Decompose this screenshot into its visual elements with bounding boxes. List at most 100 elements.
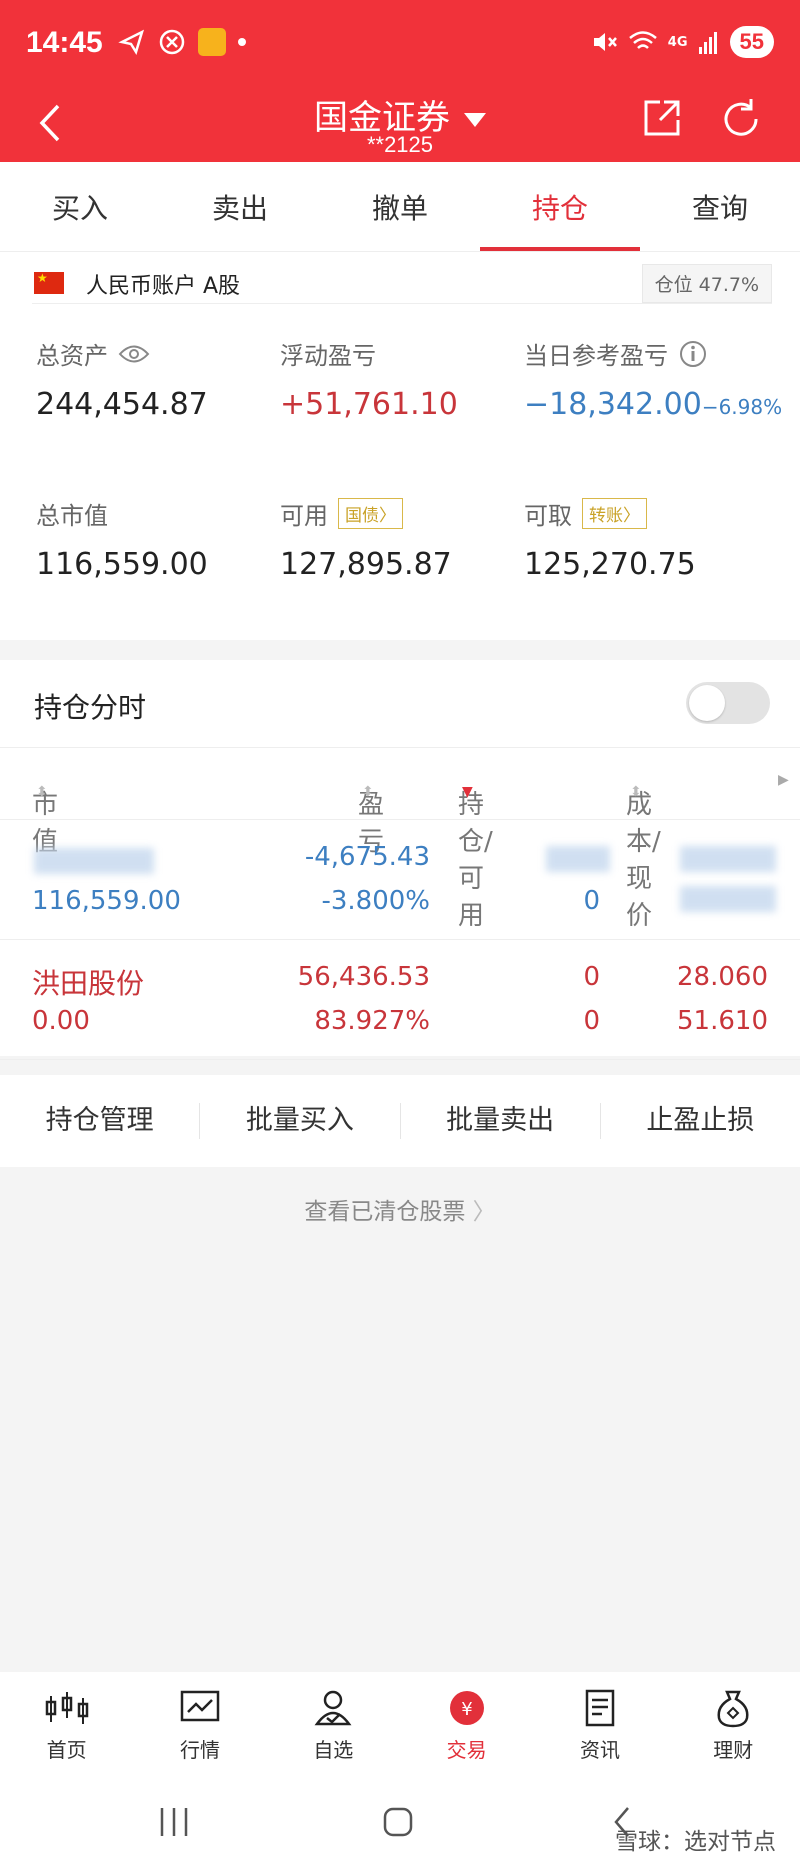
obscured-stock-name (34, 848, 154, 874)
row-stock-name: 洪田股份 (32, 967, 145, 1000)
nav-home[interactable]: 首页 (0, 1672, 133, 1782)
watermark: 雪球：选对节点 (615, 1829, 776, 1855)
bottom-nav: 首页 行情 自选 ¥ 交易 资讯 理财 (0, 1672, 800, 1782)
tab-sell[interactable]: 卖出 (160, 162, 320, 251)
app-badge-icon (198, 28, 226, 56)
holdings-timeline-row: 持仓分时 (0, 660, 800, 748)
document-icon (585, 1689, 615, 1727)
nav-trade[interactable]: ¥ 交易 (400, 1672, 533, 1782)
info-icon[interactable] (678, 339, 708, 369)
account-summary: 人民币账户 A股 仓位 47.7% 总资产 244,454.87 浮动盈亏 +5… (0, 252, 800, 640)
obscured-hold (546, 846, 610, 872)
treasury-bond-button[interactable]: 国债〉 (338, 498, 403, 529)
obscured-cost (680, 846, 776, 872)
tab-query[interactable]: 查询 (640, 162, 800, 251)
row-avail: 0 (583, 886, 600, 916)
transfer-button[interactable]: 转账〉 (582, 498, 647, 529)
withdrawable-funds: 可取 转账〉 125,270.75 (524, 496, 696, 582)
tab-buy[interactable]: 买入 (0, 162, 160, 251)
cleared-stocks-link[interactable]: 查看已清仓股票 〉 (0, 1192, 800, 1226)
market-value: 总市值 116,559.00 (36, 496, 208, 582)
user-check-icon (314, 1690, 352, 1726)
nav-watchlist-label: 自选 (313, 1738, 354, 1762)
row-pl: -4,675.43 (304, 842, 430, 872)
recent-apps-icon[interactable] (156, 1804, 192, 1840)
treasury-bond-label: 国债 (345, 506, 379, 526)
money-bag-icon (717, 1690, 749, 1728)
market-value-amount: 116,559.00 (36, 547, 208, 582)
withdrawable-amount: 125,270.75 (524, 547, 696, 582)
holdings-section: 持仓分时 市值 ⬍ 盈亏 ⬍ 持仓/可用 ▼ 成本/现价 ⬍ ▶ 116,559.00 … (0, 660, 800, 1060)
scroll-right-icon[interactable]: ▶ (778, 772, 789, 788)
toggle-knob (689, 685, 725, 721)
manage-holdings-button[interactable]: 持仓管理 (0, 1103, 201, 1139)
network-label: 4G (667, 34, 688, 50)
row-cost: 28.060 (677, 962, 768, 992)
position-label: 仓位 (654, 274, 693, 296)
app-icon (159, 29, 185, 55)
available-funds: 可用 国债〉 127,895.87 (280, 496, 452, 582)
nav-wealth-label: 理财 (713, 1738, 754, 1762)
floating-pl-value: +51,761.10 (280, 387, 458, 422)
nav-watchlist[interactable]: 自选 (267, 1672, 400, 1782)
nav-home-label: 首页 (46, 1738, 87, 1762)
account-header: 人民币账户 A股 仓位 47.7% (32, 264, 772, 304)
row-price: 51.610 (677, 1006, 768, 1036)
notification-icons (118, 28, 246, 56)
position-badge: 仓位 47.7% (641, 264, 772, 303)
nav-news[interactable]: 资讯 (533, 1672, 666, 1782)
dot-icon (238, 38, 246, 46)
available-amount: 127,895.87 (280, 547, 452, 582)
holding-row[interactable]: 洪田股份 0.00 56,436.53 83.927% 0 0 28.060 5… (0, 940, 800, 1060)
china-flag-icon (34, 271, 64, 294)
nav-trade-label: 交易 (446, 1738, 487, 1762)
chart-icon (180, 1690, 220, 1722)
tab-cancel[interactable]: 撤单 (320, 162, 480, 251)
total-assets-label: 总资产 (36, 342, 108, 370)
tab-holdings[interactable]: 持仓 (480, 162, 640, 251)
floating-pl: 浮动盈亏 +51,761.10 (280, 336, 458, 422)
svg-text:¥: ¥ (461, 1699, 472, 1720)
holdings-table-header: 市值 ⬍ 盈亏 ⬍ 持仓/可用 ▼ 成本/现价 ⬍ ▶ (0, 748, 800, 931)
total-assets-value: 244,454.87 (36, 387, 208, 422)
battery-badge: 55 (729, 26, 774, 58)
available-label: 可用 (280, 502, 328, 530)
clock: 14:45 (26, 26, 103, 59)
nav-market[interactable]: 行情 (133, 1672, 266, 1782)
status-bar: 14:45 4G 55 (0, 0, 800, 90)
sort-icon: ⬍ (362, 784, 374, 800)
holdings-timeline-label: 持仓分时 (34, 691, 147, 724)
batch-buy-button[interactable]: 批量买入 (200, 1103, 401, 1139)
stop-profit-loss-button[interactable]: 止盈止损 (601, 1103, 800, 1139)
row-pl: 56,436.53 (297, 962, 430, 992)
holdings-actions: 持仓管理 批量买入 批量卖出 止盈止损 (0, 1075, 800, 1167)
holding-row[interactable]: 116,559.00 -4,675.43 -3.800% 0 (0, 820, 800, 940)
sort-desc-icon: ▼ (462, 784, 473, 800)
obscured-price (680, 886, 776, 912)
mute-icon (593, 33, 617, 51)
batch-sell-button[interactable]: 批量卖出 (401, 1103, 601, 1139)
chevron-right-icon: 〉 (472, 1199, 496, 1225)
yuan-icon: ¥ (449, 1691, 484, 1725)
holdings-timeline-toggle[interactable] (686, 682, 770, 724)
eye-icon[interactable] (118, 343, 150, 365)
candlestick-icon (45, 1692, 88, 1724)
share-icon[interactable] (640, 96, 684, 140)
total-assets: 总资产 244,454.87 (36, 336, 208, 422)
send-icon (118, 29, 145, 56)
sort-icon: ⬍ (36, 784, 48, 800)
nav-wealth[interactable]: 理财 (667, 1672, 800, 1782)
nav-news-label: 资讯 (579, 1738, 620, 1762)
sort-icon: ⬍ (630, 784, 642, 800)
app-header: 国金证券 **2125 (0, 90, 800, 162)
home-icon[interactable] (380, 1804, 416, 1840)
row-pl-pct: 83.927% (314, 1006, 430, 1036)
refresh-icon[interactable] (718, 96, 764, 142)
day-pl-label: 当日参考盈亏 (524, 342, 668, 370)
day-pl-amount: −18,342.00 (524, 387, 702, 422)
system-nav-bar: 雪球：选对节点 (0, 1782, 800, 1867)
floating-pl-label: 浮动盈亏 (280, 342, 376, 370)
row-avail: 0 (583, 1006, 600, 1036)
signal-icon (698, 32, 717, 54)
row-market-value: 0.00 (32, 1006, 90, 1036)
